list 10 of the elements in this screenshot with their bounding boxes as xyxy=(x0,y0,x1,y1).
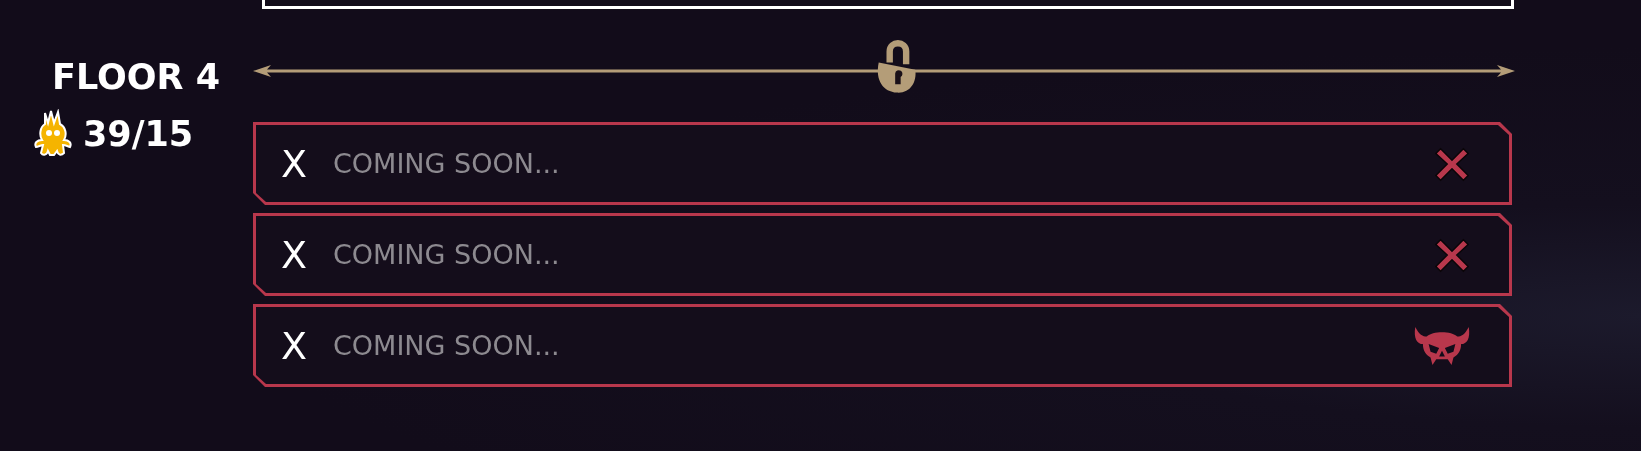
row-text: COMING SOON... xyxy=(333,239,561,270)
row-mark: X xyxy=(281,323,309,368)
row-mark: X xyxy=(281,141,309,186)
row-text: COMING SOON... xyxy=(333,330,561,361)
horned-skull-icon xyxy=(1413,324,1471,367)
floor-label: FLOOR 4 xyxy=(51,57,221,97)
row-text: COMING SOON... xyxy=(333,148,561,179)
row-mark: X xyxy=(281,232,309,277)
counter-value: 39/15 xyxy=(83,114,194,154)
crowned-creature-icon xyxy=(33,109,73,159)
